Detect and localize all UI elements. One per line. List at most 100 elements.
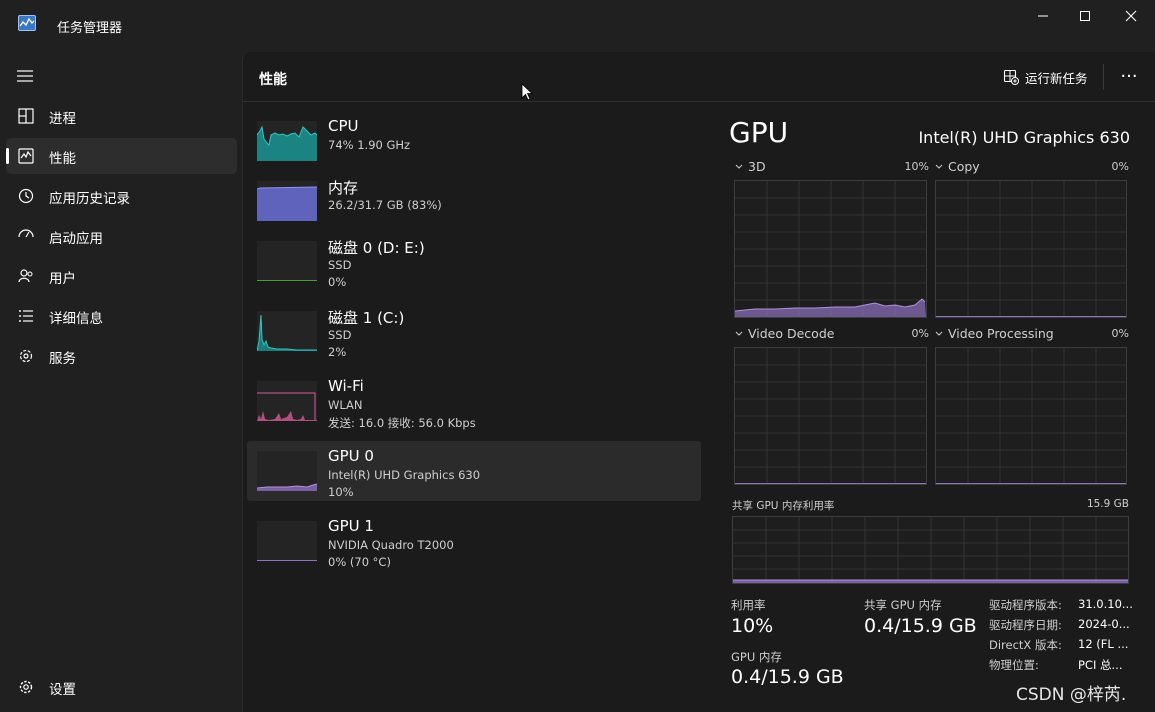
sidebar-item-app-history[interactable]: 应用历史记录 — [6, 178, 237, 214]
maximize-button[interactable] — [1062, 0, 1108, 32]
sidebar-item-services[interactable]: 服务 — [6, 338, 237, 374]
device-name: CPU — [328, 117, 359, 135]
run-new-task-button[interactable]: 运行新任务 — [1003, 67, 1088, 87]
device-item-gpu-1[interactable]: GPU 1 NVIDIA Quadro T2000 0% (70 °C) — [247, 511, 701, 571]
performance-icon — [18, 148, 34, 164]
graph-copy — [935, 180, 1127, 318]
more-options-button[interactable]: ··· — [1117, 66, 1141, 88]
new-task-icon — [1003, 69, 1019, 85]
device-item-memory[interactable]: 内存 26.2/31.7 GB (83%) — [247, 171, 701, 231]
wifi-thumbnail-graph — [257, 381, 317, 421]
engine-label-video-processing[interactable]: Video Processing — [948, 326, 1054, 341]
directx-version-key: DirectX 版本: — [989, 638, 1062, 652]
engine-pct-video-decode: 0% — [911, 327, 929, 340]
graph-shared-memory — [732, 516, 1129, 584]
sidebar-item-processes[interactable]: 进程 — [6, 98, 237, 134]
chevron-down-icon[interactable] — [934, 329, 944, 339]
page-header: 性能 运行新任务 ··· — [243, 52, 1155, 102]
sidebar: 进程 性能 应用历史记录 启动应用 用户 详细信息 服务 设置 — [0, 52, 242, 712]
window-title: 任务管理器 — [57, 21, 123, 36]
device-detail: 10% — [328, 485, 354, 499]
settings-gear-icon — [19, 680, 33, 694]
close-button[interactable] — [1108, 0, 1154, 32]
engine-label-video-decode[interactable]: Video Decode — [748, 326, 834, 341]
device-item-disk-1[interactable]: 磁盘 1 (C:) SSD 2% — [247, 301, 701, 361]
driver-version-value: 31.0.10... — [1078, 597, 1133, 611]
sidebar-item-label: 启动应用 — [49, 231, 103, 247]
engine-pct-copy: 0% — [1111, 160, 1129, 173]
cpu-thumbnail-graph — [257, 121, 317, 161]
detail-title: GPU — [729, 116, 789, 149]
device-detail: 26.2/31.7 GB (83%) — [328, 198, 442, 212]
active-indicator — [6, 148, 9, 164]
device-name: 磁盘 0 (D: E:) — [328, 239, 425, 257]
sidebar-item-label: 服务 — [49, 351, 76, 367]
engine-pct-3d: 10% — [904, 160, 929, 173]
device-detail: Intel(R) UHD Graphics 630 — [328, 468, 481, 482]
disk0-thumbnail-graph — [257, 241, 317, 281]
maximize-icon — [1080, 11, 1090, 21]
device-detail: SSD — [328, 258, 352, 272]
device-item-disk-0[interactable]: 磁盘 0 (D: E:) SSD 0% — [247, 231, 701, 291]
minimize-button[interactable] — [1020, 0, 1066, 32]
sidebar-item-details[interactable]: 详细信息 — [6, 298, 237, 334]
device-item-wifi[interactable]: Wi-Fi WLAN 发送: 16.0 接收: 56.0 Kbps — [247, 371, 701, 431]
device-name: 内存 — [328, 179, 359, 197]
physical-location-key: 物理位置: — [989, 658, 1039, 672]
shared-memory-usage-label: 共享 GPU 内存利用率 — [732, 500, 835, 512]
watermark-text: CSDN @梓芮. — [1016, 685, 1127, 705]
directx-version-value: 12 (FL ... — [1078, 637, 1129, 651]
memory-thumbnail-graph — [257, 181, 317, 221]
shared-gpu-memory-value: 0.4/15.9 GB — [864, 615, 977, 637]
device-detail: 2% — [328, 345, 347, 359]
details-icon — [19, 310, 33, 322]
device-detail: NVIDIA Quadro T2000 — [328, 538, 454, 552]
device-detail: 0% — [328, 275, 347, 289]
page-title: 性能 — [259, 72, 287, 88]
title-bar: 任务管理器 — [0, 0, 1155, 52]
detail-model: Intel(R) UHD Graphics 630 — [918, 128, 1130, 147]
mouse-cursor-icon — [521, 83, 533, 101]
shared-gpu-memory-label: 共享 GPU 内存 — [864, 598, 942, 612]
sidebar-item-label: 详细信息 — [49, 311, 103, 327]
device-detail: WLAN — [328, 398, 363, 412]
services-icon — [19, 349, 33, 363]
device-detail: 0% (70 °C) — [328, 555, 391, 569]
chevron-down-icon[interactable] — [734, 162, 744, 172]
gpu-memory-value: 0.4/15.9 GB — [731, 666, 844, 688]
sidebar-item-users[interactable]: 用户 — [6, 258, 237, 294]
device-name: GPU 1 — [328, 517, 374, 535]
device-name: Wi-Fi — [328, 377, 364, 395]
hamburger-menu-icon[interactable] — [16, 68, 36, 84]
engine-pct-video-processing: 0% — [1111, 327, 1129, 340]
device-item-cpu[interactable]: CPU 74% 1.90 GHz — [247, 111, 701, 171]
device-detail: 74% 1.90 GHz — [328, 138, 411, 152]
engine-label-3d[interactable]: 3D — [748, 159, 766, 174]
sidebar-item-label: 用户 — [49, 271, 76, 287]
sidebar-item-settings[interactable]: 设置 — [6, 669, 237, 705]
chevron-down-icon[interactable] — [934, 162, 944, 172]
driver-version-key: 驱动程序版本: — [989, 598, 1062, 612]
graph-3d — [734, 180, 927, 318]
header-divider — [1103, 64, 1104, 90]
utilization-value: 10% — [731, 615, 774, 637]
utilization-label: 利用率 — [731, 598, 766, 612]
device-name: GPU 0 — [328, 447, 374, 465]
processes-icon — [18, 108, 34, 124]
device-item-gpu-0[interactable]: GPU 0 Intel(R) UHD Graphics 630 10% — [247, 441, 701, 501]
gpu1-thumbnail-graph — [257, 521, 317, 561]
disk1-thumbnail-graph — [257, 311, 317, 351]
graph-video-decode — [734, 347, 927, 485]
engine-label-copy[interactable]: Copy — [948, 159, 980, 174]
sidebar-item-performance[interactable]: 性能 — [6, 138, 237, 174]
sidebar-item-startup-apps[interactable]: 启动应用 — [6, 218, 237, 254]
chevron-down-icon[interactable] — [734, 329, 744, 339]
run-new-task-label: 运行新任务 — [1025, 70, 1088, 86]
sidebar-item-label: 性能 — [49, 151, 76, 167]
graph-video-processing — [935, 347, 1127, 485]
close-icon — [1125, 10, 1137, 22]
minimize-icon — [1038, 15, 1048, 17]
driver-date-key: 驱动程序日期: — [989, 618, 1062, 632]
shared-memory-max-label: 15.9 GB — [1086, 498, 1129, 510]
device-name: 磁盘 1 (C:) — [328, 309, 405, 327]
